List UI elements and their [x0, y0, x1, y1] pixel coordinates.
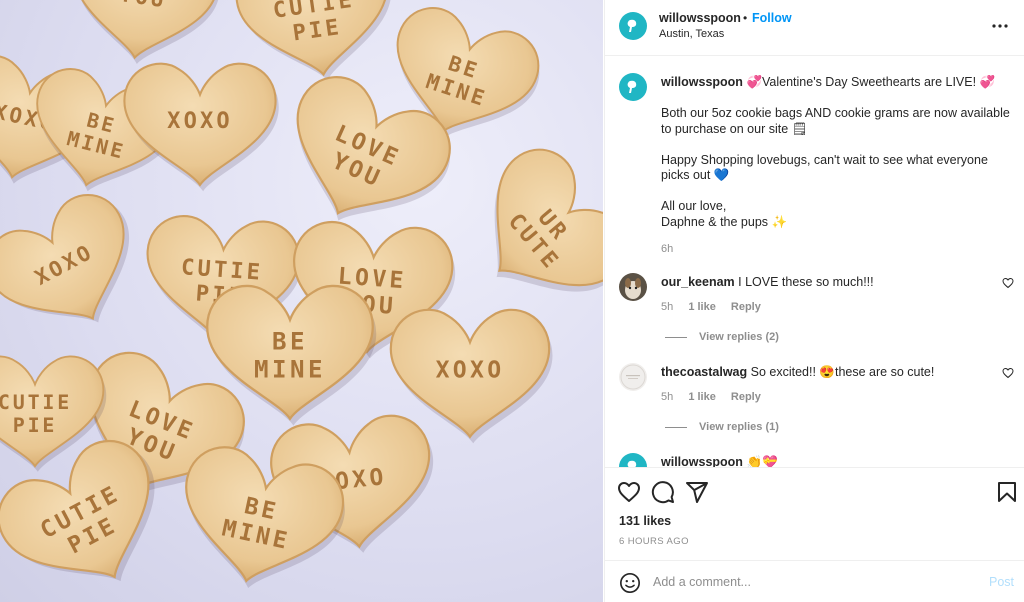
commenter-avatar[interactable] — [619, 363, 647, 391]
post-location[interactable]: Austin, Texas — [659, 28, 724, 40]
comments-list[interactable]: willowsspoon 💞Valentine's Day Sweetheart… — [605, 57, 1024, 467]
caption-username[interactable]: willowsspoon — [661, 75, 743, 89]
cookie-stamp-text: BE — [272, 328, 308, 356]
share-icon[interactable] — [685, 480, 709, 504]
comment-text: I LOVE these so much!!! — [738, 275, 874, 289]
comment-icon[interactable] — [651, 480, 675, 504]
commenter-username[interactable]: willowsspoon — [661, 455, 743, 467]
spoon-logo-icon — [627, 80, 637, 93]
post-detail-panel: willowsspoon • Follow Austin, Texas will… — [604, 0, 1024, 602]
cookie-stamp-text: XOXO — [436, 357, 505, 383]
bookmark-icon[interactable] — [995, 480, 1019, 504]
cookie-stamp-text: PIE — [13, 413, 58, 437]
caption-line: All our love, — [661, 199, 727, 213]
separator-dot: • — [743, 11, 748, 25]
post-comment-button[interactable]: Post — [989, 575, 1014, 589]
commenter-avatar[interactable] — [619, 453, 647, 467]
commenter-avatar[interactable] — [619, 273, 647, 301]
caption: willowsspoon 💞Valentine's Day Sweetheart… — [661, 75, 1017, 257]
spoon-logo-icon — [627, 460, 637, 467]
spoon-logo-icon — [627, 19, 637, 32]
caption-time[interactable]: 6h — [661, 242, 1017, 258]
view-replies-button[interactable]: View replies (2) — [665, 331, 779, 343]
comment-text: So excited!! 😍these are so cute! — [750, 365, 935, 379]
cookies-photo: YOUCUTIEPIEXOXOBEMINEXOXOBEMINELOVEYOUUR… — [0, 0, 603, 602]
heart-cookie: XOXO — [123, 62, 279, 192]
heart-cookie: URCUTE — [448, 133, 603, 336]
post-image[interactable]: YOUCUTIEPIEXOXOBEMINEXOXOBEMINELOVEYOUUR… — [0, 0, 603, 602]
post-time-ago[interactable]: 6 HOURS AGO — [619, 536, 689, 547]
caption-line: Happy Shopping lovebugs, can't wait to s… — [661, 152, 988, 183]
comment-time[interactable]: 5h — [661, 391, 673, 403]
heart-outline-icon[interactable] — [1002, 367, 1014, 379]
cookie-stamp-text: CUTIE — [0, 390, 72, 414]
view-replies-button[interactable]: View replies (1) — [665, 421, 779, 433]
commenter-username[interactable]: thecoastalwag — [661, 365, 747, 379]
heart-icon[interactable] — [617, 480, 641, 504]
cookie-stamp-text: XOXO — [167, 109, 233, 134]
more-horizontal-icon[interactable] — [988, 14, 1012, 38]
heart-cookie: YOU — [62, 0, 225, 75]
reply-button[interactable]: Reply — [731, 301, 761, 313]
cookie-stamp-text: MINE — [254, 355, 326, 383]
emoji-icon[interactable] — [619, 572, 641, 594]
author-avatar[interactable] — [619, 12, 647, 40]
caption-line: 💞Valentine's Day Sweethearts are LIVE! 💞 — [746, 75, 996, 89]
heart-cookie: XOXO — [0, 181, 162, 357]
add-comment-bar: Post — [605, 560, 1024, 602]
author-username[interactable]: willowsspoon — [659, 11, 741, 25]
caption-line: Daphne & the pups ✨ — [661, 214, 788, 229]
comment-likes[interactable]: 1 like — [688, 391, 716, 403]
heart-outline-icon[interactable] — [1002, 277, 1014, 289]
likes-count[interactable]: 131 likes — [619, 514, 671, 528]
add-comment-input[interactable] — [653, 571, 973, 593]
post-header: willowsspoon • Follow Austin, Texas — [605, 0, 1024, 56]
comment-text: 👏💝 — [746, 455, 778, 467]
follow-button[interactable]: Follow — [752, 11, 792, 25]
reply-button[interactable]: Reply — [731, 391, 761, 403]
comment-likes[interactable]: 1 like — [688, 301, 716, 313]
caption-line: Both our 5oz cookie bags AND cookie gram… — [661, 106, 1010, 136]
post-actions: 131 likes 6 HOURS AGO — [605, 467, 1024, 560]
commenter-username[interactable]: our_keenam — [661, 275, 735, 289]
comment-time[interactable]: 5h — [661, 301, 673, 313]
caption-avatar[interactable] — [619, 73, 647, 101]
